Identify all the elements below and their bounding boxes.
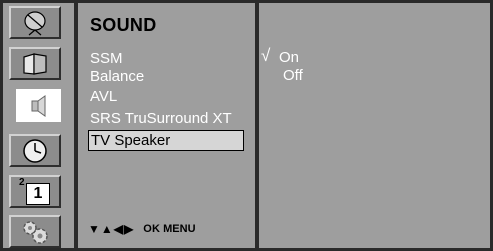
- menu-item-tv-speaker[interactable]: TV Speaker: [88, 130, 244, 151]
- setup-button[interactable]: [9, 215, 61, 248]
- arrow-keys-hint: ▼▲◀▶: [88, 222, 135, 236]
- menu-hint: MENU: [163, 223, 196, 235]
- option-on[interactable]: On: [279, 49, 299, 67]
- channel-big-digit: 1: [26, 182, 50, 205]
- speaker-icon: [31, 94, 45, 117]
- menu-item-srs-trusurround[interactable]: SRS TruSurround XT: [88, 108, 244, 129]
- category-icon-column: 2 1: [3, 3, 74, 248]
- gear-icon: [23, 220, 48, 244]
- time-button[interactable]: [9, 134, 61, 167]
- ok-hint: OK: [143, 223, 161, 235]
- check-mark-icon: √: [261, 46, 271, 65]
- osd-window: 2 1 SOUND SSM Balance AVL SRS TruSurroun…: [0, 0, 493, 251]
- picture-button[interactable]: [9, 47, 61, 80]
- sound-menu-panel: SOUND SSM Balance AVL SRS TruSurround XT…: [78, 3, 255, 248]
- menu-title: SOUND: [90, 15, 157, 35]
- special-button[interactable]: 2 1: [9, 175, 61, 208]
- channel-small-digit: 2: [19, 176, 25, 188]
- sound-button[interactable]: [16, 89, 61, 122]
- navigation-hint: ▼▲◀▶ OK MENU: [88, 222, 196, 236]
- channel-number-icon: 2 1: [19, 176, 51, 205]
- channel-setup-button[interactable]: [9, 6, 61, 39]
- picture-icon: [23, 52, 47, 75]
- option-panel: √ On Off: [259, 3, 490, 248]
- menu-item-avl[interactable]: AVL: [88, 86, 244, 107]
- menu-item-balance[interactable]: Balance: [88, 66, 244, 87]
- clock-icon: [23, 138, 47, 163]
- satellite-dish-icon: [24, 10, 46, 35]
- option-off[interactable]: Off: [283, 67, 303, 85]
